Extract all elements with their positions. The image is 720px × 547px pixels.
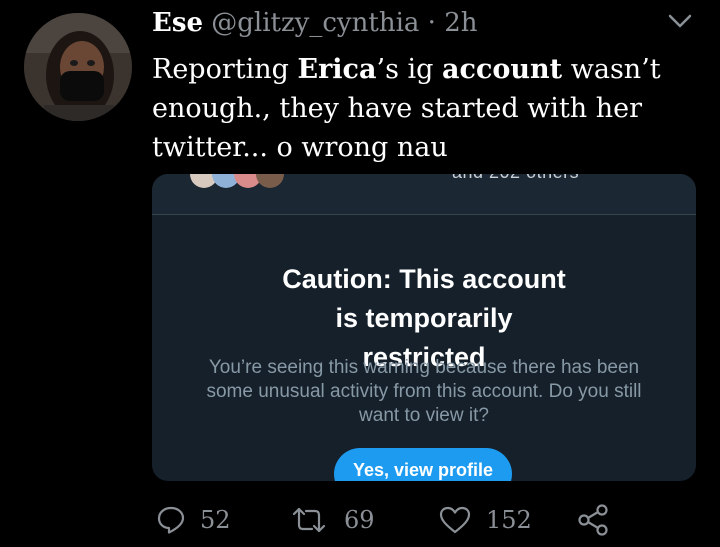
tweet-text-part: ’s ig (376, 54, 443, 85)
separator-dot: · (427, 8, 436, 38)
tweet-text-bold: account (442, 54, 563, 85)
caution-message: You’re seeing this warning because there… (206, 357, 642, 426)
like-button[interactable]: 152 (438, 500, 532, 540)
tweet-text-bold: Erica (297, 54, 377, 85)
user-handle[interactable]: @glitzy_cynthia (211, 8, 419, 38)
card-top-strip: and 202 others (152, 174, 696, 215)
view-profile-button[interactable]: Yes, view profile (334, 448, 512, 481)
retweet-button[interactable]: 69 (288, 500, 375, 540)
tweet-header: Ese @glitzy_cynthia · 2h (152, 6, 477, 40)
display-name[interactable]: Ese (152, 8, 203, 38)
retweet-count: 69 (344, 506, 375, 534)
heart-icon (439, 506, 471, 534)
like-count: 152 (486, 506, 532, 534)
avatar-image (24, 13, 132, 121)
timestamp[interactable]: 2h (444, 8, 477, 38)
tweet-text: Reporting Erica’s ig account wasn’t enou… (152, 50, 672, 167)
tweet: Ese @glitzy_cynthia · 2h Reporting Erica… (0, 0, 720, 547)
reply-button[interactable]: 52 (156, 500, 231, 540)
reply-icon (157, 506, 185, 534)
tweet-text-part: Reporting (152, 54, 298, 85)
share-icon (578, 504, 608, 536)
tweet-actions: 52 69 152 (152, 500, 712, 540)
chevron-down-icon[interactable] (664, 10, 696, 34)
follower-avatars-icon (190, 174, 284, 188)
retweet-icon (292, 507, 326, 533)
avatar[interactable] (24, 13, 132, 121)
restricted-account-card: and 202 others Caution: This account is … (152, 174, 696, 481)
followed-by-text: and 202 others (452, 174, 579, 183)
reply-count: 52 (200, 506, 231, 534)
share-button[interactable] (576, 500, 610, 540)
